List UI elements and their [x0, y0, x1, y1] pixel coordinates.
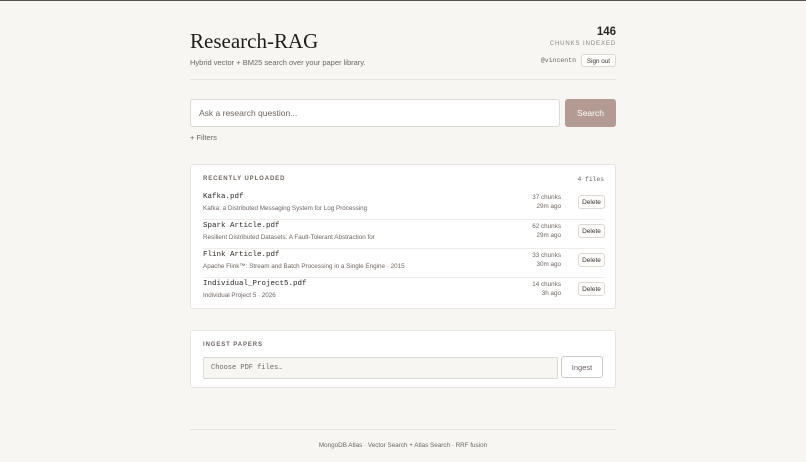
files-count: 4 files	[577, 176, 604, 183]
app-title: Research-RAG	[190, 29, 319, 53]
file-name: Individual_Project5.pdf	[203, 280, 307, 288]
ingest-button[interactable]: Ingest	[561, 356, 603, 378]
file-row: Spark Article.pdf Resilient Distributed …	[203, 219, 605, 249]
file-chunks: 33 chunks	[532, 252, 561, 259]
file-description: Resilient Distributed Datasets: A Fault-…	[203, 234, 375, 241]
delete-button[interactable]: Delete	[578, 253, 605, 267]
ingest-title: INGEST PAPERS	[203, 342, 263, 348]
file-description: Individual Project 5 · 2026	[203, 292, 276, 299]
file-age: 3h ago	[541, 290, 561, 297]
file-description: Apache Flink™: Stream and Batch Processi…	[203, 263, 405, 270]
sign-out-button[interactable]: Sign out	[580, 54, 616, 67]
recently-uploaded-card: RECENTLY UPLOADED 4 files Kafka.pdf Kafk…	[190, 164, 616, 309]
file-age: 29m ago	[536, 232, 561, 239]
search-input[interactable]	[190, 99, 560, 127]
file-chunks: 37 chunks	[532, 194, 561, 201]
file-name: Kafka.pdf	[203, 193, 244, 201]
page-container: Research-RAG Hybrid vector + BM25 search…	[190, 1, 616, 449]
file-row: Flink Article.pdf Apache Flink™: Stream …	[203, 248, 605, 278]
file-row: Kafka.pdf Kafka: a Distributed Messaging…	[203, 190, 605, 220]
file-name: Flink Article.pdf	[203, 251, 280, 259]
file-age: 29m ago	[536, 203, 561, 210]
delete-button[interactable]: Delete	[578, 195, 605, 209]
file-picker-input[interactable]: Choose PDF files…	[203, 357, 558, 379]
file-name: Spark Article.pdf	[203, 222, 280, 230]
ingest-card: INGEST PAPERS Choose PDF files… Ingest	[190, 330, 616, 388]
username: @vincentn	[540, 57, 576, 64]
file-description: Kafka: a Distributed Messaging System fo…	[203, 205, 368, 212]
file-row: Individual_Project5.pdf Individual Proje…	[203, 277, 605, 306]
recently-uploaded-title: RECENTLY UPLOADED	[203, 176, 286, 182]
footer: MongoDB Atlas · Vector Search + Atlas Se…	[190, 429, 616, 462]
chunks-label: CHUNKS INDEXED	[549, 41, 616, 47]
search-row: Search	[190, 99, 616, 127]
filters-toggle[interactable]: + Filters	[190, 133, 217, 142]
file-age: 30m ago	[536, 261, 561, 268]
header: Research-RAG Hybrid vector + BM25 search…	[190, 1, 616, 80]
delete-button[interactable]: Delete	[578, 224, 605, 238]
app-subtitle: Hybrid vector + BM25 search over your pa…	[190, 58, 366, 67]
delete-button[interactable]: Delete	[578, 282, 605, 296]
chunks-count: 146	[596, 26, 616, 38]
file-chunks: 62 chunks	[532, 223, 561, 230]
file-chunks: 14 chunks	[532, 281, 561, 288]
footer-text: MongoDB Atlas · Vector Search + Atlas Se…	[318, 442, 488, 449]
search-button[interactable]: Search	[565, 99, 616, 127]
